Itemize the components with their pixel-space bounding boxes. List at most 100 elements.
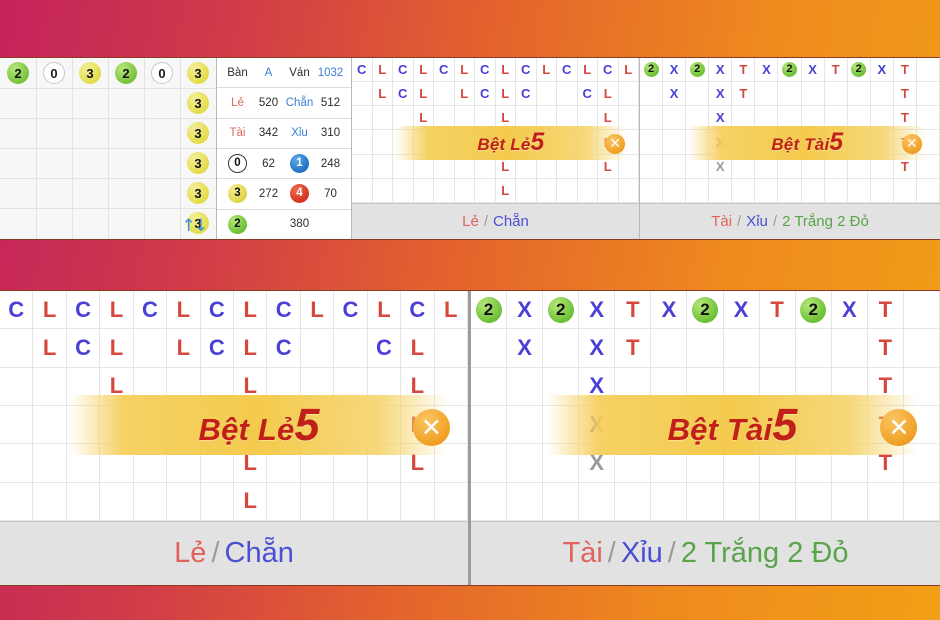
road-cell[interactable]	[824, 178, 848, 203]
road-cell[interactable]	[687, 329, 724, 368]
road-cell[interactable]	[903, 482, 940, 521]
road-cell[interactable]	[434, 154, 455, 179]
road-cell[interactable]	[778, 82, 802, 107]
top-le-chan-road-panel[interactable]: CLCLCLCLCLCLCLLCLLCLCCLLLLLLLLLBệt Lẻ5✕ …	[352, 58, 640, 239]
road-cell[interactable]	[471, 405, 508, 445]
road-cell[interactable]: C	[475, 58, 496, 83]
road-cell[interactable]	[475, 178, 496, 203]
road-cell[interactable]	[723, 482, 760, 521]
road-cell[interactable]	[0, 482, 34, 521]
road-cell[interactable]: T	[732, 82, 756, 107]
road-cell[interactable]	[0, 405, 34, 445]
road-cell[interactable]	[651, 482, 688, 521]
road-cell[interactable]	[536, 178, 557, 203]
road-cell[interactable]: L	[233, 444, 268, 483]
road-cell[interactable]	[352, 106, 373, 131]
road-cell[interactable]	[903, 444, 940, 483]
road-cell[interactable]: T	[893, 82, 917, 107]
road-cell[interactable]	[393, 178, 414, 203]
road-cell[interactable]	[454, 106, 475, 131]
road-cell[interactable]	[870, 178, 894, 203]
road-cell[interactable]	[916, 106, 940, 131]
road-cell[interactable]: C	[475, 82, 496, 107]
road-cell[interactable]	[367, 482, 402, 521]
road-cell[interactable]: T	[867, 444, 904, 483]
road-cell[interactable]	[663, 154, 687, 179]
road-cell[interactable]	[686, 178, 710, 203]
road-cell[interactable]	[723, 329, 760, 368]
road-cell[interactable]	[847, 154, 871, 179]
road-cell[interactable]	[824, 130, 848, 155]
road-cell[interactable]	[543, 367, 580, 406]
road-cell[interactable]	[801, 82, 825, 107]
road-cell[interactable]	[618, 178, 639, 203]
road-cell[interactable]: L	[495, 178, 516, 203]
road-cell[interactable]	[870, 154, 894, 179]
road-cell[interactable]	[133, 329, 168, 368]
road-cell[interactable]	[0, 444, 34, 483]
road-cell[interactable]	[903, 329, 940, 368]
road-cell[interactable]	[507, 444, 544, 483]
road-cell[interactable]	[434, 82, 455, 107]
recent-results-badge-grid[interactable]: 203203 3 3 3 3 3 ↑↓	[0, 58, 216, 239]
road-cell[interactable]: L	[33, 329, 67, 368]
road-cell[interactable]	[847, 130, 871, 155]
road-cell[interactable]: L	[598, 106, 619, 131]
road-cell[interactable]	[795, 482, 832, 521]
road-cell[interactable]	[824, 154, 848, 179]
road-cell[interactable]: 2	[543, 291, 580, 330]
road-cell[interactable]	[651, 367, 688, 406]
road-cell[interactable]	[640, 82, 664, 107]
road-cell[interactable]	[755, 130, 779, 155]
road-cell[interactable]	[536, 130, 557, 155]
badge-cell[interactable]: 3	[180, 58, 216, 88]
road-cell[interactable]	[640, 154, 664, 179]
road-cell[interactable]	[393, 106, 414, 131]
road-cell[interactable]	[557, 154, 578, 179]
road-cell[interactable]: X	[579, 367, 616, 406]
road-cell[interactable]: T	[867, 367, 904, 406]
road-cell[interactable]	[267, 367, 301, 406]
sort-up-down-arrows-icon[interactable]: ↑↓	[182, 216, 208, 236]
road-cell[interactable]: T	[615, 291, 652, 330]
road-cell[interactable]: X	[709, 82, 733, 107]
road-cell[interactable]	[577, 178, 598, 203]
road-cell[interactable]	[267, 444, 301, 483]
road-cell[interactable]	[847, 106, 871, 131]
road-cell[interactable]	[867, 482, 904, 521]
road-cell[interactable]: C	[66, 329, 101, 368]
road-cell[interactable]	[434, 329, 468, 368]
road-cell[interactable]: L	[413, 106, 434, 131]
road-cell[interactable]: C	[267, 329, 301, 368]
road-cell[interactable]: C	[352, 58, 373, 83]
close-x-icon[interactable]: ✕	[901, 133, 922, 154]
road-cell[interactable]	[471, 444, 508, 483]
road-cell[interactable]: C	[200, 291, 234, 330]
road-cell[interactable]	[200, 482, 234, 521]
road-cell[interactable]	[516, 154, 537, 179]
road-cell[interactable]	[334, 405, 368, 445]
road-cell[interactable]	[200, 367, 234, 406]
road-cell[interactable]	[847, 178, 871, 203]
road-cell[interactable]	[778, 178, 802, 203]
road-cell[interactable]	[434, 106, 455, 131]
road-cell[interactable]	[200, 444, 234, 483]
road-cell[interactable]	[413, 154, 434, 179]
road-cell[interactable]	[200, 405, 234, 445]
road-cell[interactable]	[536, 82, 557, 107]
road-cell[interactable]	[687, 367, 724, 406]
road-cell[interactable]: L	[372, 58, 393, 83]
road-cell[interactable]: L	[401, 444, 435, 483]
road-cell[interactable]	[618, 154, 639, 179]
road-cell[interactable]	[579, 482, 616, 521]
road-cell[interactable]	[723, 367, 760, 406]
road-cell[interactable]: C	[393, 58, 414, 83]
road-cell[interactable]: X	[709, 58, 733, 83]
road-cell[interactable]	[801, 178, 825, 203]
road-cell[interactable]: 2	[471, 291, 508, 330]
road-cell[interactable]	[795, 329, 832, 368]
road-cell[interactable]	[300, 367, 335, 406]
road-cell[interactable]: X	[663, 82, 687, 107]
road-cell[interactable]	[434, 367, 468, 406]
road-cell[interactable]	[755, 82, 779, 107]
